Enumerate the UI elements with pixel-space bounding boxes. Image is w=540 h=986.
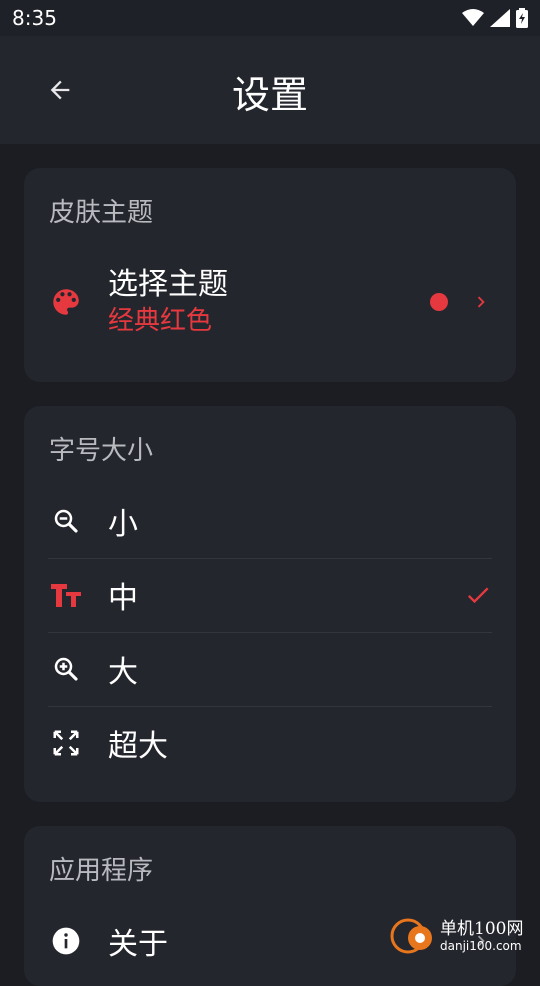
- select-theme-label: 选择主题: [108, 267, 228, 302]
- select-theme-row[interactable]: 选择主题 经典红色: [48, 250, 492, 354]
- page-title: 设置: [231, 73, 308, 117]
- section-title-font-size: 字号大小: [49, 436, 154, 466]
- watermark-logo-icon: [390, 918, 432, 954]
- font-size-small-row[interactable]: 小: [48, 484, 492, 559]
- font-size-card: 字号大小 小 中 大 超大: [24, 406, 516, 802]
- watermark-name: 单机100网: [440, 919, 524, 939]
- theme-color-dot: [430, 293, 448, 311]
- watermark-logo: 单机100网 danji100.com: [388, 912, 540, 960]
- status-bar: 8:35: [0, 0, 540, 36]
- zoom-out-icon: [48, 503, 84, 539]
- font-size-xlarge-label: 超大: [108, 729, 168, 764]
- text-fields-icon: [48, 577, 84, 613]
- zoom-in-icon: [48, 651, 84, 687]
- font-size-medium-label: 中: [108, 581, 138, 616]
- font-size-large-label: 大: [108, 655, 138, 690]
- theme-text: 选择主题 经典红色: [108, 266, 430, 338]
- section-title-application: 应用程序: [49, 856, 154, 886]
- app-bar: 设置: [0, 36, 540, 144]
- status-icons: [462, 8, 528, 28]
- skin-theme-card: 皮肤主题 选择主题 经典红色: [24, 168, 516, 382]
- font-size-medium-row[interactable]: 中: [48, 558, 492, 633]
- info-icon: [48, 923, 84, 959]
- fullscreen-icon: [48, 725, 84, 761]
- watermark-url: danji100.com: [440, 939, 522, 953]
- status-time: 8:35: [12, 6, 57, 30]
- application-card: 应用程序 关于: [24, 826, 516, 986]
- font-size-large-row[interactable]: 大: [48, 632, 492, 707]
- watermark-text: 单机100网 danji100.com: [440, 919, 523, 953]
- check-icon: [467, 587, 489, 604]
- current-theme-value: 经典红色: [108, 306, 213, 336]
- battery-icon: [516, 8, 528, 28]
- wifi-icon: [462, 9, 484, 26]
- chevron-right-icon: [477, 296, 485, 308]
- font-size-small-label: 小: [108, 507, 138, 542]
- font-size-xlarge-row[interactable]: 超大: [48, 706, 492, 780]
- palette-icon: [48, 284, 84, 320]
- section-title-skin: 皮肤主题: [49, 198, 154, 228]
- signal-icon: [490, 9, 510, 27]
